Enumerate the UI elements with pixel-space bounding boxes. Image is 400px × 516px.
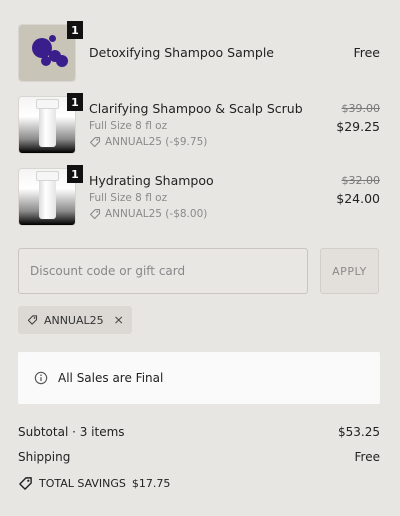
original-price: $39.00 <box>341 102 381 115</box>
product-name: Hydrating Shampoo <box>89 173 214 188</box>
quantity-badge: 1 <box>67 21 83 39</box>
applied-discount: ANNUAL25 (-$9.75) <box>89 136 207 148</box>
discount-label: ANNUAL25 (-$8.00) <box>105 208 208 220</box>
tag-icon <box>19 477 32 490</box>
product-thumbnail: 1 <box>18 21 83 82</box>
shipping-label: Shipping <box>18 450 71 464</box>
applied-discount: ANNUAL25 (-$8.00) <box>89 208 207 220</box>
info-icon <box>34 371 48 385</box>
applied-code-label: ANNUAL25 <box>43 313 104 327</box>
tag-icon <box>89 208 101 220</box>
notice-text: All Sales are Final <box>58 371 164 385</box>
applied-code-chip: ANNUAL25 <box>18 306 132 334</box>
product-size: Full Size 8 fl oz <box>89 192 168 204</box>
product-price: Free <box>353 45 380 60</box>
shipping-value: Free <box>354 450 380 464</box>
line-item: 1 Hydrating Shampoo Full Size 8 fl oz AN… <box>18 165 381 228</box>
line-item: 1 Detoxifying Shampoo Sample Free <box>18 21 380 84</box>
apply-button[interactable]: APPLY <box>320 248 379 294</box>
tag-icon <box>89 136 101 148</box>
product-name: Clarifying Shampoo & Scalp Scrub <box>89 101 303 116</box>
tag-icon <box>27 315 38 325</box>
product-name: Detoxifying Shampoo Sample <box>89 45 274 60</box>
subtotal-value: $53.25 <box>338 425 380 439</box>
quantity-badge: 1 <box>67 165 83 183</box>
line-item: 1 Clarifying Shampoo & Scalp Scrub Full … <box>18 93 381 156</box>
close-icon[interactable] <box>114 314 123 326</box>
shipping-row: Shipping Free <box>18 450 380 464</box>
product-price: $24.00 <box>336 191 380 206</box>
quantity-badge: 1 <box>67 93 83 111</box>
sales-final-notice: All Sales are Final <box>18 352 380 404</box>
product-thumbnail: 1 <box>18 93 83 154</box>
savings-label: TOTAL SAVINGS <box>39 477 126 490</box>
discount-input-placeholder: Discount code or gift card <box>30 264 186 278</box>
subtotal-row: Subtotal · 3 items $53.25 <box>18 425 380 439</box>
total-savings: TOTAL SAVINGS $17.75 <box>18 476 170 491</box>
product-thumbnail: 1 <box>18 165 83 226</box>
discount-code-input[interactable]: Discount code or gift card <box>18 248 308 294</box>
product-size: Full Size 8 fl oz <box>89 120 168 132</box>
product-price: $29.25 <box>336 119 380 134</box>
savings-value: $17.75 <box>131 477 171 490</box>
subtotal-label: Subtotal · 3 items <box>18 425 125 439</box>
original-price: $32.00 <box>341 174 381 187</box>
discount-label: ANNUAL25 (-$9.75) <box>105 136 208 148</box>
